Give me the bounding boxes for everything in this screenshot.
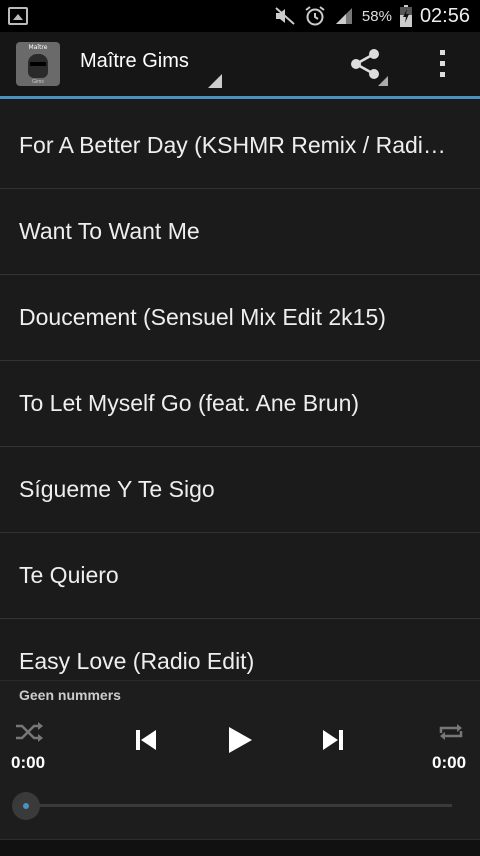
mute-icon [275,7,295,25]
track-row[interactable]: Sígueme Y Te Sigo [0,447,480,533]
alarm-icon [305,6,325,26]
track-title: Sígueme Y Te Sigo [19,476,215,502]
action-bar-divider [0,96,480,99]
track-row[interactable]: To Let Myself Go (feat. Ane Brun) [0,361,480,447]
track-row[interactable]: Want To Want Me [0,189,480,275]
track-title: Easy Love (Radio Edit) [19,648,255,674]
status-bar: 58% 02:56 [0,0,480,32]
artist-title[interactable]: Maître Gims [80,50,189,73]
signal-icon [335,8,352,24]
gallery-icon [8,7,28,25]
dropdown-indicator-icon[interactable] [208,74,222,88]
track-title: Te Quiero [19,562,119,588]
repeat-icon[interactable] [437,721,465,743]
shuffle-icon[interactable] [14,721,44,743]
artist-face [28,54,48,78]
album-art-text: Maître [28,44,48,51]
track-title: For A Better Day (KSHMR Remix / Radio Ed… [19,132,449,158]
sunglasses [30,62,46,66]
album-art[interactable]: Maître Gims [16,42,60,86]
total-time: 0:00 [432,753,467,772]
bottom-bar [0,839,480,856]
player-panel: Geen nummers 0:00 0:00 [0,680,480,856]
track-title: Want To Want Me [19,218,200,244]
now-playing-label: Geen nummers [19,687,121,703]
track-title: To Let Myself Go (feat. Ane Brun) [19,390,360,416]
track-row[interactable]: For A Better Day (KSHMR Remix / Radio Ed… [0,103,480,189]
track-list[interactable]: For A Better Day (KSHMR Remix / Radio Ed… [0,103,480,680]
track-row[interactable]: Easy Love (Radio Edit) [0,619,480,680]
track-row[interactable]: Te Quiero [0,533,480,619]
battery-percent: 58% [361,7,392,25]
battery-icon [399,5,412,27]
album-art-subtext: Gims [32,79,44,85]
next-icon[interactable] [322,728,344,752]
action-bar: Maître Gims Maître Gims [0,32,480,99]
seek-bar[interactable] [24,804,452,807]
overflow-menu-icon[interactable] [436,50,448,80]
track-title: Doucement (Sensuel Mix Edit 2k15) [19,304,386,330]
play-icon[interactable] [227,726,253,754]
seek-thumb[interactable] [12,792,40,820]
elapsed-time: 0:00 [11,753,46,772]
share-dropdown-indicator-icon [378,76,388,86]
track-row[interactable]: Doucement (Sensuel Mix Edit 2k15) [0,275,480,361]
clock: 02:56 [419,4,470,27]
previous-icon[interactable] [135,728,157,752]
